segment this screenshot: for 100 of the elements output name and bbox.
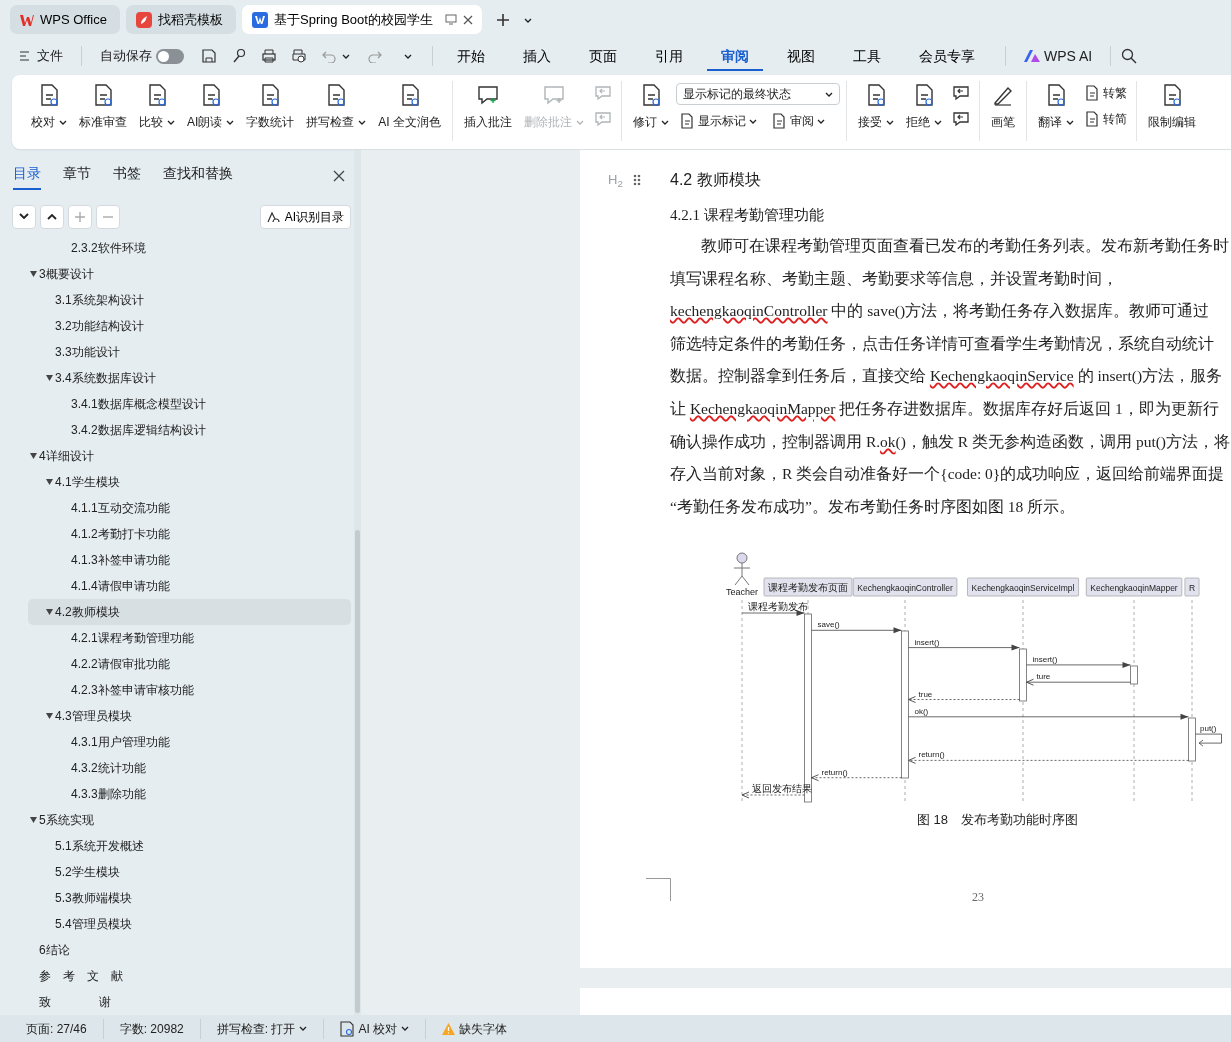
toc-item[interactable]: 4.1.3补签申请功能 (28, 547, 351, 573)
ai-proofread-dropdown[interactable]: AI 校对 (330, 1019, 420, 1038)
wps-ai-button[interactable]: WPS AI (1016, 42, 1101, 70)
warning-icon (442, 1022, 456, 1035)
message-label: return() (821, 768, 848, 778)
ribbon-button[interactable]: 拼写检查 (301, 81, 372, 133)
toc-item[interactable]: 致 谢 (28, 989, 351, 1015)
spellcheck-dropdown[interactable]: 拼写检查: 打开 (206, 1019, 318, 1038)
plus-icon (74, 211, 86, 223)
expand-arrow-icon[interactable] (30, 271, 37, 277)
ribbon-button[interactable]: 翻译 (1033, 81, 1079, 133)
window-tab[interactable]: 找稻壳模板 (126, 5, 236, 34)
message-label: 返回发布结果 (752, 783, 812, 795)
collapse-down-button[interactable] (12, 205, 36, 229)
participant-box: KechengkaoqinController (852, 577, 958, 597)
save-icon[interactable] (201, 48, 217, 64)
toc-item[interactable]: 5.4管理员模块 (28, 911, 351, 937)
toc-item[interactable]: 4.1学生模块 (28, 469, 351, 495)
toc-item[interactable]: 3.1系统架构设计 (28, 287, 351, 313)
expand-up-button[interactable] (40, 205, 64, 229)
ribbon-button[interactable]: 校对 (26, 81, 72, 133)
close-icon[interactable] (462, 14, 473, 25)
ribbon-button[interactable]: 插入批注 (459, 81, 517, 133)
toc-item[interactable]: 3.4.1数据库概念模型设计 (28, 391, 351, 417)
ribbon-button[interactable]: 限制编辑 (1143, 81, 1201, 133)
toc-item[interactable]: 4.2.2请假审批功能 (28, 651, 351, 677)
ribbon-button[interactable]: AI 全文润色 (373, 81, 446, 133)
display-mode-dropdown[interactable]: 显示标记的最终状态 (676, 83, 840, 105)
ribbon-button[interactable]: 审阅 (768, 111, 828, 131)
sidebar-tab[interactable]: 目录 (13, 162, 41, 190)
expand-arrow-icon[interactable] (46, 609, 53, 615)
new-tab-icon[interactable] (496, 13, 510, 27)
close-icon[interactable] (333, 170, 345, 182)
toc-item[interactable]: 4.2.1课程考勤管理功能 (28, 625, 351, 651)
sidebar-tab[interactable]: 章节 (63, 162, 91, 190)
expand-arrow-icon[interactable] (46, 375, 53, 381)
toc-item[interactable]: 4.3.1用户管理功能 (28, 729, 351, 755)
ribbon-button[interactable]: 标准审查 (74, 81, 132, 133)
ribbon-button[interactable]: 修订 (628, 81, 674, 133)
expand-arrow-icon[interactable] (30, 817, 37, 823)
ribbon-button[interactable]: 画笔 (986, 81, 1020, 133)
toc-item[interactable]: 3.4.2数据库逻辑结构设计 (28, 417, 351, 443)
ribbon-tab[interactable]: 工具 (839, 41, 895, 71)
ai-toc-button[interactable]: AI识别目录 (259, 205, 351, 229)
toc-item[interactable]: 4.1.4请假申请功能 (28, 573, 351, 599)
ribbon-tab[interactable]: 引用 (641, 41, 697, 71)
ribbon-button[interactable]: 转简 (1081, 109, 1130, 129)
file-menu[interactable]: 文件 (12, 43, 71, 69)
toc-item[interactable]: 6结论 (28, 937, 351, 963)
toc-item[interactable]: 4.3管理员模块 (28, 703, 351, 729)
ribbon-tab[interactable]: 插入 (509, 41, 565, 71)
autosave-toggle[interactable]: 自动保存 (92, 43, 192, 69)
message-arrow (1195, 734, 1222, 747)
toc-item[interactable]: 5.2学生模块 (28, 859, 351, 885)
ribbon-button[interactable]: AI朗读 (182, 81, 240, 133)
toc-item[interactable]: 4.1.2考勤打卡功能 (28, 521, 351, 547)
toc-item[interactable]: 参 考 文 献 (28, 963, 351, 989)
toc-item[interactable]: 3概要设计 (28, 261, 351, 287)
scrollbar[interactable] (354, 150, 361, 1015)
toc-item[interactable]: 4详细设计 (28, 443, 351, 469)
print-preview-icon[interactable] (291, 48, 307, 64)
toc-item[interactable]: 3.3功能设计 (28, 339, 351, 365)
toc-item[interactable]: 4.1.1互动交流功能 (28, 495, 351, 521)
status-text: 页面: 27/46 (25, 1020, 88, 1038)
window-tab[interactable]: WPS Office (10, 5, 120, 34)
expand-arrow-icon[interactable] (46, 713, 53, 719)
ribbon-tab[interactable]: 审阅 (707, 41, 763, 71)
toc-item[interactable]: 5.1系统开发概述 (28, 833, 351, 859)
sidebar-tab[interactable]: 查找和替换 (163, 162, 233, 190)
toc-item[interactable]: 4.3.2统计功能 (28, 755, 351, 781)
sidebar-tab[interactable]: 书签 (113, 162, 141, 190)
toc-item[interactable]: 4.2.3补签申请审核功能 (28, 677, 351, 703)
ribbon-button[interactable]: 显示标记 (676, 111, 760, 131)
document-search-icon (340, 1020, 355, 1037)
toc-item[interactable]: 4.3.3删除功能 (28, 781, 351, 807)
toc-item[interactable]: 5.3教师端模块 (28, 885, 351, 911)
print-icon[interactable] (261, 48, 277, 64)
ribbon-button[interactable]: 比较 (134, 81, 180, 133)
toc-item[interactable]: 5系统实现 (28, 807, 351, 833)
ribbon-tab[interactable]: 开始 (443, 41, 499, 71)
ribbon-tab[interactable]: 视图 (773, 41, 829, 71)
toc-item[interactable]: 2.3.2软件环境 (28, 235, 351, 261)
search-icon[interactable] (1121, 48, 1138, 64)
missing-font-button[interactable]: 缺失字体 (432, 1019, 518, 1038)
drag-handle-icon[interactable] (632, 174, 641, 186)
comment-arrow-icon (594, 84, 612, 102)
ribbon-button[interactable]: 转繁 (1081, 83, 1130, 103)
ribbon-button[interactable]: 字数统计 (241, 81, 300, 133)
toc-item[interactable]: 3.2功能结构设计 (28, 313, 351, 339)
ribbon-button[interactable]: 拒绝 (901, 81, 947, 133)
ribbon-tab[interactable]: 页面 (575, 41, 631, 71)
ribbon-button[interactable]: 接受 (853, 81, 899, 133)
window-tab[interactable]: 基于Spring Boot的校园学生 (242, 5, 482, 34)
scrollbar-thumb[interactable] (355, 530, 360, 1013)
toc-item[interactable]: 3.4系统数据库设计 (28, 365, 351, 391)
toc-item[interactable]: 4.2教师模块 (28, 599, 351, 625)
ribbon-tab[interactable]: 会员专享 (905, 41, 989, 71)
comment-arrow-icon (952, 110, 970, 128)
expand-arrow-icon[interactable] (30, 453, 37, 459)
expand-arrow-icon[interactable] (46, 479, 53, 485)
